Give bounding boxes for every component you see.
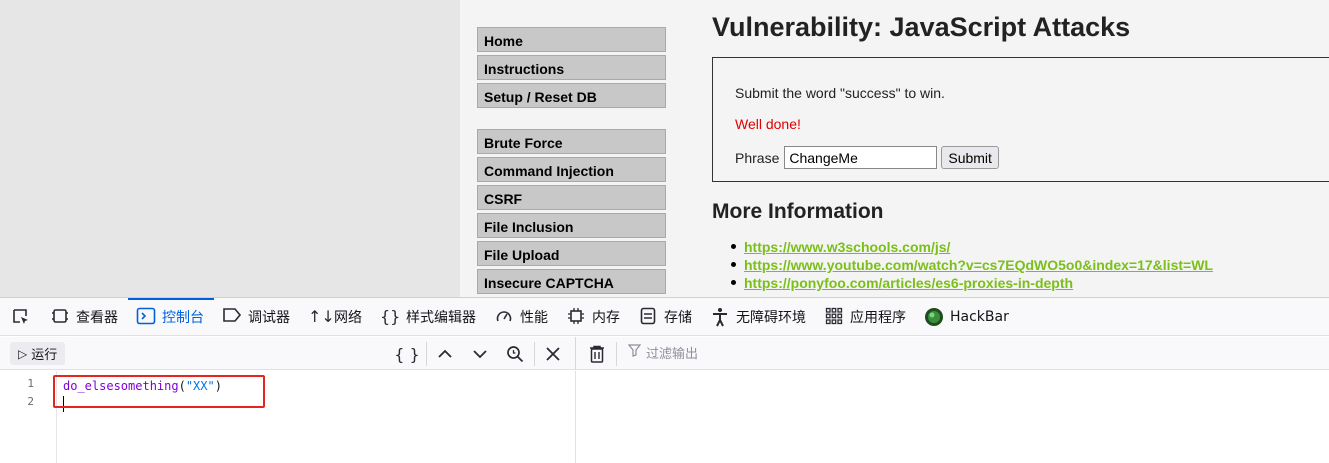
menu-item-file-upload[interactable]: File Upload bbox=[477, 241, 666, 266]
phrase-input[interactable] bbox=[784, 146, 938, 169]
braces-icon: { } bbox=[394, 344, 420, 364]
toolbar-divider bbox=[426, 342, 427, 366]
panel-divider bbox=[575, 337, 576, 370]
phrase-form: Phrase Submit bbox=[735, 146, 999, 169]
filter-placeholder: 过滤输出 bbox=[646, 347, 699, 362]
main-content: Vulnerability: JavaScript Attacks Submit… bbox=[712, 0, 1329, 297]
menu-item-home[interactable]: Home bbox=[477, 27, 666, 52]
tab-label: 网络 bbox=[334, 309, 362, 326]
link-w3schools[interactable]: https://www.w3schools.com/js/ bbox=[744, 239, 950, 255]
reverse-search-button[interactable] bbox=[502, 342, 528, 366]
history-next-button[interactable] bbox=[467, 342, 493, 366]
tab-hackbar[interactable]: HackBar bbox=[916, 298, 1019, 335]
pretty-print-button[interactable]: { } bbox=[394, 342, 420, 366]
hackbar-icon bbox=[924, 307, 944, 327]
element-picker-button[interactable] bbox=[0, 298, 42, 335]
play-icon: ▷ bbox=[18, 346, 28, 361]
page-title: Vulnerability: JavaScript Attacks bbox=[712, 12, 1131, 42]
tab-inspector[interactable]: 查看器 bbox=[42, 298, 128, 335]
tab-label: HackBar bbox=[950, 308, 1009, 325]
tab-label: 性能 bbox=[520, 309, 548, 326]
console-output bbox=[577, 371, 1329, 463]
menu-item-instructions[interactable]: Instructions bbox=[477, 55, 666, 80]
console-toolbar: ▷ 运行 { } 过滤输出 bbox=[0, 337, 1329, 370]
menu-item-file-inclusion[interactable]: File Inclusion bbox=[477, 213, 666, 238]
tab-label: 调试器 bbox=[248, 309, 290, 326]
chevron-down-icon bbox=[473, 350, 487, 359]
trash-icon bbox=[590, 345, 604, 363]
tab-accessibility[interactable]: 无障碍环境 bbox=[702, 298, 816, 335]
toolbar-divider bbox=[616, 342, 617, 366]
console-icon bbox=[136, 307, 156, 327]
menu-item-insecure-captcha[interactable]: Insecure CAPTCHA bbox=[477, 269, 666, 294]
tab-label: 查看器 bbox=[76, 309, 118, 326]
phrase-label: Phrase bbox=[735, 149, 780, 166]
memory-icon bbox=[566, 307, 586, 327]
tab-label: 内存 bbox=[592, 309, 620, 326]
line-number: 2 bbox=[27, 395, 34, 408]
toolbar-divider bbox=[534, 342, 535, 366]
clear-console-button[interactable] bbox=[584, 342, 610, 366]
tab-debugger[interactable]: 调试器 bbox=[214, 298, 300, 335]
line-number-gutter: 1 2 bbox=[0, 371, 57, 463]
submit-button[interactable]: Submit bbox=[941, 146, 999, 169]
close-editor-button[interactable] bbox=[540, 342, 566, 366]
more-information-heading: More Information bbox=[712, 200, 884, 223]
filter-icon bbox=[627, 344, 642, 361]
history-previous-button[interactable] bbox=[432, 342, 458, 366]
menu-item-brute-force[interactable]: Brute Force bbox=[477, 129, 666, 154]
link-youtube[interactable]: https://www.youtube.com/watch?v=cs7EQdWO… bbox=[744, 257, 1213, 273]
tab-performance[interactable]: 性能 bbox=[486, 298, 558, 335]
list-item: https://ponyfoo.com/articles/es6-proxies… bbox=[731, 274, 1213, 292]
instructions-text: Submit the word "success" to win. bbox=[735, 85, 945, 101]
list-item: https://www.w3schools.com/js/ bbox=[731, 238, 1213, 256]
tab-console[interactable]: 控制台 bbox=[128, 298, 214, 335]
tab-label: 存储 bbox=[664, 309, 692, 326]
menu-item-setup-reset-db[interactable]: Setup / Reset DB bbox=[477, 83, 666, 108]
browser-window: Home Instructions Setup / Reset DB Brute… bbox=[0, 0, 1329, 463]
line-number: 1 bbox=[27, 377, 34, 390]
style-editor-icon: {} bbox=[380, 306, 401, 326]
web-page: Home Instructions Setup / Reset DB Brute… bbox=[0, 0, 1329, 297]
filter-output-input[interactable]: 过滤输出 bbox=[627, 343, 699, 362]
storage-icon bbox=[638, 307, 658, 327]
chevron-up-icon bbox=[438, 349, 452, 358]
debugger-icon bbox=[222, 307, 242, 327]
page-margin bbox=[0, 0, 460, 297]
accessibility-icon bbox=[710, 307, 730, 327]
application-icon bbox=[824, 307, 844, 327]
tab-label: 样式编辑器 bbox=[406, 309, 476, 326]
tab-label: 控制台 bbox=[162, 309, 204, 326]
console-editor[interactable]: 1 2 do_elsesomething("XX") bbox=[0, 371, 576, 463]
search-history-icon bbox=[507, 346, 524, 363]
vulnerable-code-area: Submit the word "success" to win. Well d… bbox=[712, 57, 1329, 182]
element-picker-icon bbox=[13, 308, 28, 324]
more-information-links: https://www.w3schools.com/js/ https://ww… bbox=[731, 238, 1213, 292]
result-message: Well done! bbox=[735, 116, 801, 132]
tab-label: 无障碍环境 bbox=[736, 309, 806, 326]
tab-application[interactable]: 应用程序 bbox=[816, 298, 916, 335]
menu-item-command-injection[interactable]: Command Injection bbox=[477, 157, 666, 182]
tab-storage[interactable]: 存储 bbox=[630, 298, 702, 335]
run-button[interactable]: ▷ 运行 bbox=[10, 342, 66, 365]
link-ponyfoo[interactable]: https://ponyfoo.com/articles/es6-proxies… bbox=[744, 275, 1073, 291]
inspector-icon bbox=[50, 307, 70, 327]
performance-icon bbox=[494, 307, 514, 327]
network-icon: ↑↓ bbox=[308, 306, 335, 326]
tab-memory[interactable]: 内存 bbox=[558, 298, 630, 335]
run-label: 运行 bbox=[31, 348, 58, 363]
devtools-panel: 查看器 控制台 调试器 ↑↓ 网络 {} 样式编辑器 性能 内存 存储 无障碍环… bbox=[0, 297, 1329, 463]
tab-label: 应用程序 bbox=[850, 309, 906, 326]
close-icon bbox=[546, 347, 560, 361]
menu-gap bbox=[477, 111, 666, 129]
list-item: https://www.youtube.com/watch?v=cs7EQdWO… bbox=[731, 256, 1213, 274]
devtools-tab-bar: 查看器 控制台 调试器 ↑↓ 网络 {} 样式编辑器 性能 内存 存储 无障碍环… bbox=[0, 298, 1329, 336]
dvwa-menu: Home Instructions Setup / Reset DB Brute… bbox=[477, 27, 666, 297]
red-annotation-box bbox=[53, 375, 265, 408]
tab-style-editor[interactable]: {} 样式编辑器 bbox=[372, 298, 486, 335]
tab-network[interactable]: ↑↓ 网络 bbox=[300, 298, 372, 335]
menu-item-csrf[interactable]: CSRF bbox=[477, 185, 666, 210]
